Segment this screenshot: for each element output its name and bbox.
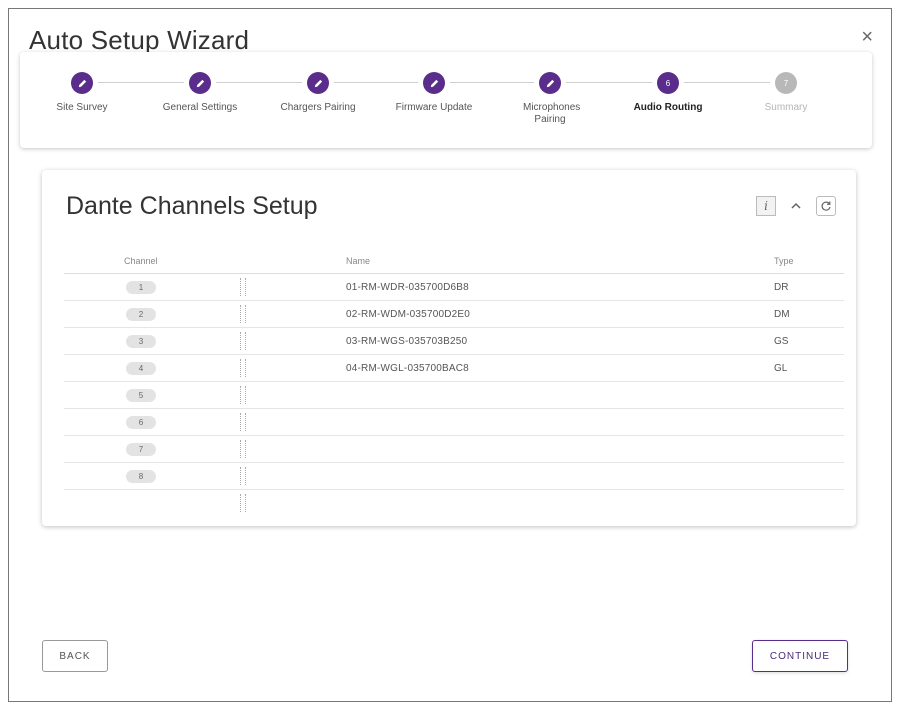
back-button[interactable]: BACK [42,640,108,672]
step-label: Firmware Update [395,102,473,113]
card-title: Dante Channels Setup [66,192,318,220]
table-header: Channel Name Type [64,250,844,274]
channel-badge: 6 [126,416,156,429]
step-number: 6 [665,78,671,88]
pencil-icon [71,72,93,94]
step-2[interactable]: General Settings [145,72,255,114]
step-number: 7 [783,78,789,88]
step-4[interactable]: Firmware Update [379,72,489,114]
channel-name: 01-RM-WDR-035700D6B8 [346,282,469,293]
channel-name: 02-RM-WDM-035700D2E0 [346,309,471,320]
table-row: 8 [64,463,844,490]
step-number-badge: 7 [775,72,797,94]
header-type: Type [774,256,794,266]
channel-badge: 2 [126,308,156,321]
drag-handle-icon[interactable] [240,413,246,431]
step-label: Chargers Pairing [280,102,356,113]
drag-handle-icon[interactable] [240,494,246,512]
table-row: 6 [64,409,844,436]
channel-badge: 8 [126,470,156,483]
step-3[interactable]: Chargers Pairing [263,72,373,114]
card-toolbar: i [756,196,836,216]
step-label: Audio Routing [633,102,703,113]
header-channel: Channel [124,256,158,266]
header-name: Name [346,256,371,266]
step-1[interactable]: Site Survey [27,72,137,114]
dante-channels-card: Dante Channels Setup i Channel Name Type… [42,170,856,526]
channel-type: GL [774,363,788,374]
info-icon[interactable]: i [756,196,776,216]
channel-name: 03-RM-WGS-035703B250 [346,336,468,347]
channel-type: GS [774,336,789,347]
pencil-icon [307,72,329,94]
collapse-icon[interactable] [786,196,806,216]
drag-handle-icon[interactable] [240,386,246,404]
drag-handle-icon[interactable] [240,359,246,377]
channel-type: DM [774,309,790,320]
step-label: Site Survey [56,102,108,113]
channel-badge: 5 [126,389,156,402]
continue-button[interactable]: CONTINUE [752,640,848,672]
step-label: Summary [764,102,808,113]
drag-handle-icon[interactable] [240,440,246,458]
table-row: 1 01-RM-WDR-035700D6B8 DR [64,274,844,301]
channel-badge: 4 [126,362,156,375]
step-6[interactable]: 6 Audio Routing [613,72,723,114]
step-7[interactable]: 7 Summary [731,72,841,114]
channels-table: Channel Name Type 1 01-RM-WDR-035700D6B8 D… [64,250,844,517]
channel-badge: 7 [126,443,156,456]
pencil-icon [189,72,211,94]
table-row: 7 [64,436,844,463]
channel-type: DR [774,282,789,293]
refresh-icon[interactable] [816,196,836,216]
step-5[interactable]: Microphones Pairing [495,72,605,125]
drag-handle-icon[interactable] [240,278,246,296]
channel-badge: 1 [126,281,156,294]
channel-badge: 3 [126,335,156,348]
step-label: General Settings [162,102,238,113]
table-row: 3 03-RM-WGS-035703B250 GS [64,328,844,355]
drag-handle-icon[interactable] [240,305,246,323]
table-row [64,490,844,517]
step-number-badge: 6 [657,72,679,94]
drag-handle-icon[interactable] [240,467,246,485]
table-row: 5 [64,382,844,409]
channel-name: 04-RM-WGL-035700BAC8 [346,363,469,374]
close-icon[interactable]: × [861,27,873,47]
pencil-icon [423,72,445,94]
pencil-icon [539,72,561,94]
table-row: 4 04-RM-WGL-035700BAC8 GL [64,355,844,382]
table-row: 2 02-RM-WDM-035700D2E0 DM [64,301,844,328]
wizard-stepper: Site Survey General Settings Chargers Pair… [20,52,872,148]
drag-handle-icon[interactable] [240,332,246,350]
step-label: Microphones Pairing [523,102,581,125]
